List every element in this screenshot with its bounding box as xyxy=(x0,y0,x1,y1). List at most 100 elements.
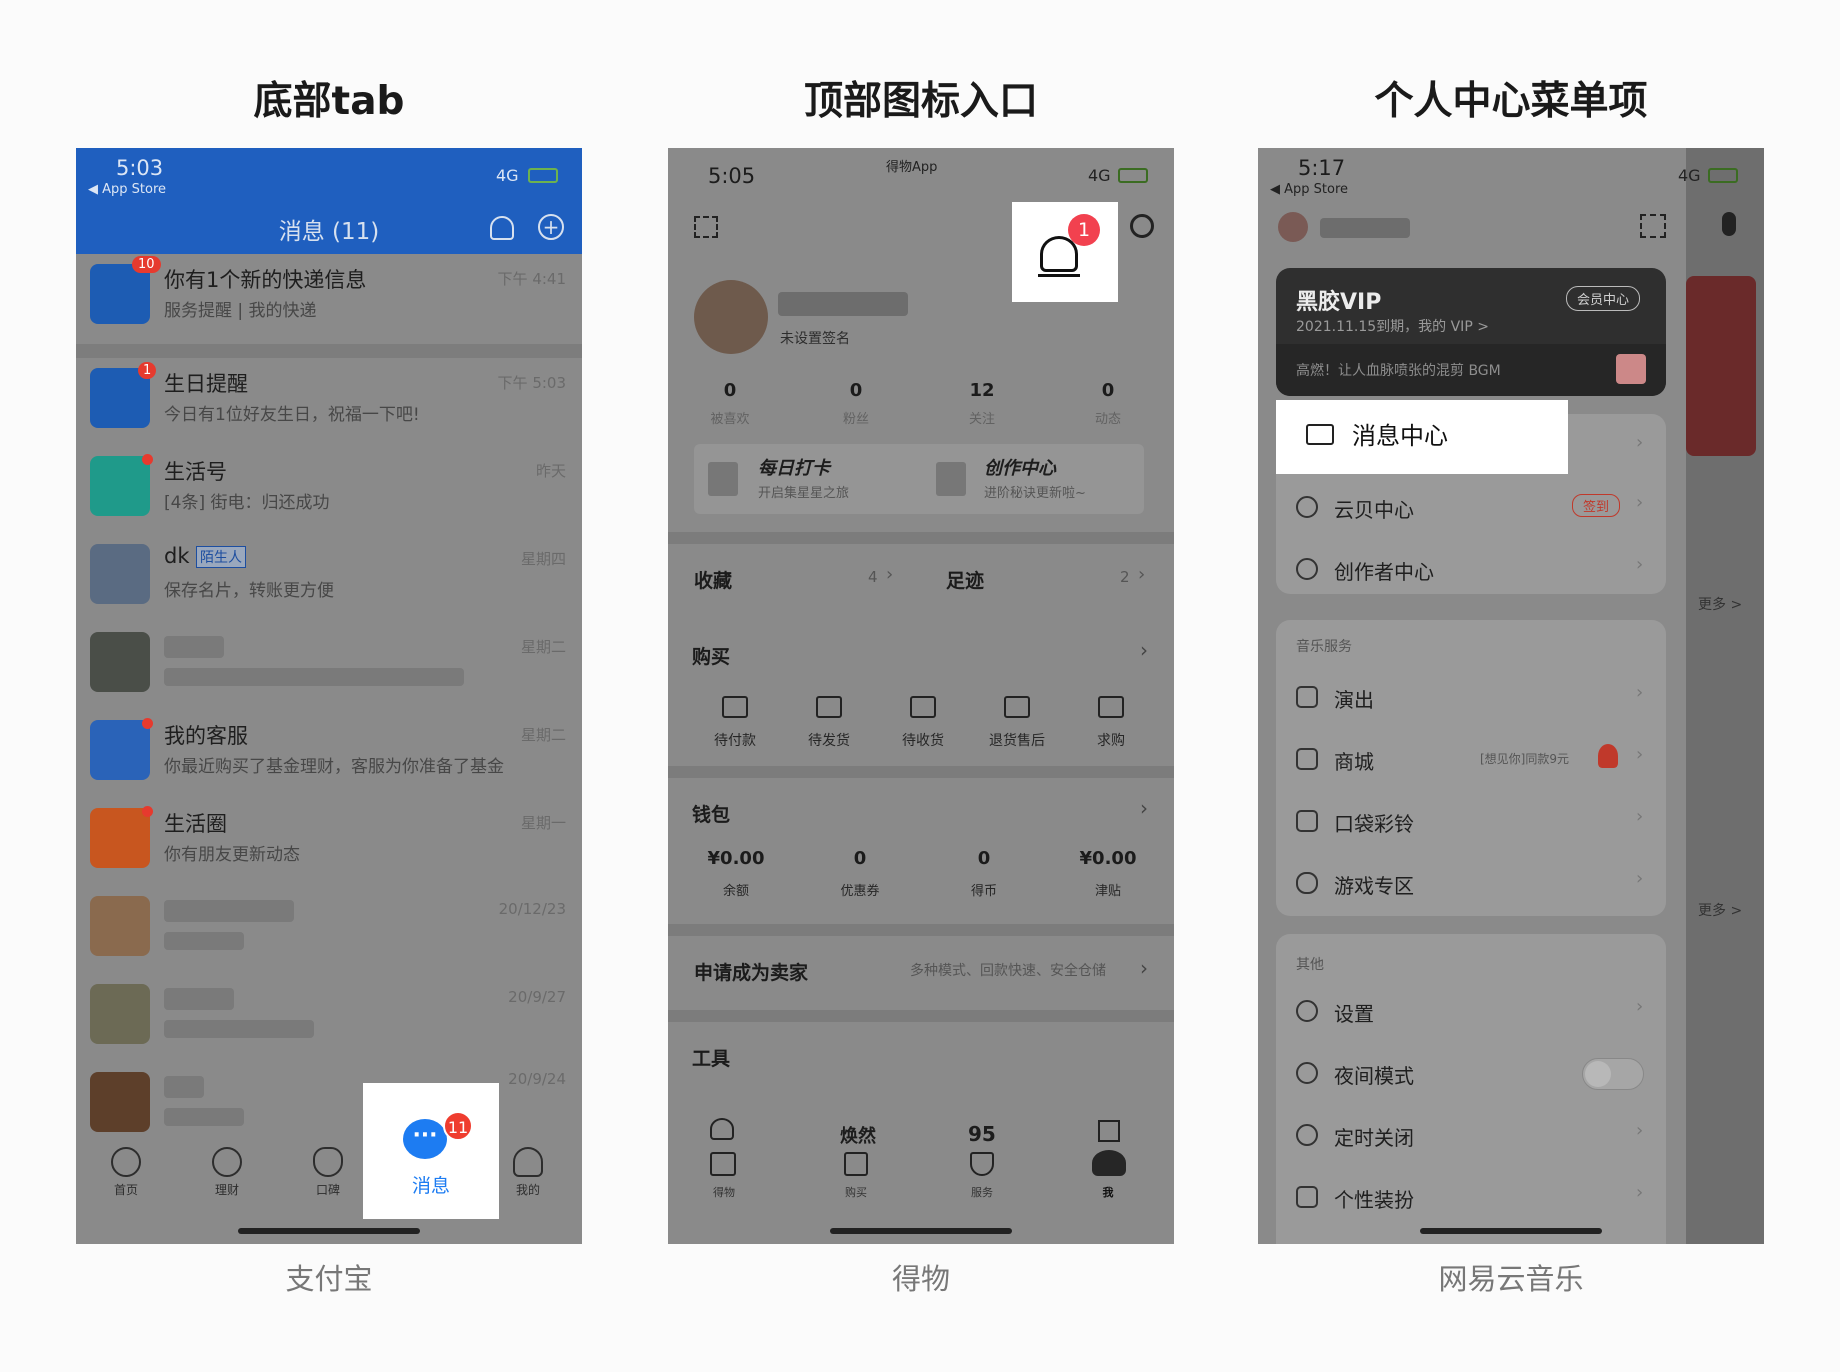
row-time: 20/12/23 xyxy=(498,900,566,918)
stat-label: 动态 xyxy=(1094,412,1121,427)
status-time: 5:05 xyxy=(708,164,756,188)
message-row[interactable]: 星期二 xyxy=(76,624,582,712)
scan-icon[interactable] xyxy=(694,216,718,238)
wallet-section-title: 钱包 xyxy=(692,804,731,826)
message-row[interactable]: dk 陌生人 保存名片，转账更方便 星期四 xyxy=(76,536,582,624)
row-time: 20/9/24 xyxy=(508,1070,566,1088)
tab-messages-highlight[interactable]: ··· 11 消息 xyxy=(363,1083,499,1219)
message-row[interactable]: 生活号 [4条] 街电：归还成功 昨天 xyxy=(76,448,582,536)
footprint-link[interactable]: 足迹 xyxy=(946,566,984,593)
row-title: 生活圈 xyxy=(164,812,227,836)
vip-center-button[interactable]: 会员中心 xyxy=(1566,286,1641,311)
chevron-right-icon[interactable]: › xyxy=(1140,796,1148,820)
menu-item-theme[interactable]: 个性装扮 xyxy=(1258,1184,1414,1213)
buy-item[interactable]: 待收货 xyxy=(883,730,963,750)
checkin-badge[interactable]: 签到 xyxy=(1572,494,1621,517)
moon-icon xyxy=(1296,1062,1318,1084)
message-row[interactable]: 20/12/23 xyxy=(76,888,582,976)
tab-label[interactable]: 服务 xyxy=(942,1184,1022,1200)
tab-label[interactable]: 得物 xyxy=(684,1184,764,1200)
bag-icon xyxy=(1098,696,1124,718)
blurred-preview xyxy=(164,1020,314,1038)
message-row[interactable]: 20/9/27 xyxy=(76,976,582,1064)
scan-icon[interactable] xyxy=(1640,214,1666,238)
status-time: 5:03 xyxy=(116,156,164,180)
message-row[interactable]: 1 生日提醒 今日有1位好友生日，祝福一下吧! 下午 5:03 xyxy=(76,360,582,448)
seller-link[interactable]: 申请成为卖家 xyxy=(694,958,808,985)
menu-item-store[interactable]: 商城 xyxy=(1258,746,1374,775)
settings-icon[interactable] xyxy=(1130,214,1154,238)
notification-bell-highlight[interactable]: 1 xyxy=(1012,202,1118,302)
wallet-value: ¥0.00 xyxy=(1079,848,1137,869)
sticker-image xyxy=(1616,354,1646,384)
shield-icon xyxy=(970,1152,994,1176)
row-subtitle: 今日有1位好友生日，祝福一下吧! xyxy=(164,405,420,425)
bag-icon xyxy=(844,1152,868,1176)
avatar[interactable] xyxy=(694,280,768,354)
buy-item[interactable]: 待付款 xyxy=(695,730,775,750)
buy-item[interactable]: 待发货 xyxy=(789,730,869,750)
checkin-title[interactable]: 每日打卡 xyxy=(758,454,830,480)
menu-item-games[interactable]: 游戏专区 xyxy=(1258,870,1414,899)
star-icon xyxy=(90,456,150,516)
microphone-icon[interactable] xyxy=(1722,212,1736,236)
menu-item-yunbei[interactable]: 云贝中心 xyxy=(1258,494,1414,523)
shirt-icon xyxy=(1296,1186,1318,1208)
wallet-label[interactable]: 余额 xyxy=(686,880,786,899)
add-icon[interactable]: + xyxy=(538,214,564,240)
column-title-menu: 个人中心菜单项 xyxy=(1374,79,1648,124)
back-to-app-store[interactable]: ◀ App Store xyxy=(1270,182,1348,197)
huanran-mark: 焕然 xyxy=(840,1126,876,1147)
message-row[interactable]: 10 你有1个新的快递信息 服务提醒 | 我的快递 下午 4:41 xyxy=(76,256,582,344)
shopping-bag-icon xyxy=(1296,748,1318,770)
vip-expiry[interactable]: 2021.11.15到期，我的 VIP > xyxy=(1296,316,1489,336)
chevron-right-icon: › xyxy=(1636,744,1644,765)
menu-item-settings[interactable]: 设置 xyxy=(1258,998,1374,1027)
tab-mine[interactable]: 我的 xyxy=(500,1147,556,1198)
chevron-right-icon: › xyxy=(1636,1120,1644,1141)
play-icon xyxy=(90,808,150,868)
tab-label[interactable]: 购买 xyxy=(816,1184,896,1200)
creator-icon xyxy=(936,462,966,496)
chevron-right-icon: › xyxy=(1138,564,1146,585)
message-center-highlight[interactable]: 消息中心 xyxy=(1276,400,1568,474)
menu-item-sleep-timer[interactable]: 定时关闭 xyxy=(1258,1122,1414,1151)
avatar[interactable] xyxy=(1278,212,1308,242)
creator-title[interactable]: 创作中心 xyxy=(984,454,1056,480)
tab-label: 我的 xyxy=(515,1183,540,1197)
checkin-icon xyxy=(708,462,738,496)
chevron-right-icon[interactable]: › xyxy=(1140,638,1148,662)
wallet-label[interactable]: 得币 xyxy=(934,880,1034,899)
bell-icon xyxy=(90,264,150,324)
divider xyxy=(668,532,1174,544)
divider xyxy=(668,766,1174,778)
back-to-app-store[interactable]: ◀ App Store xyxy=(88,182,166,197)
seller-sub: 多种模式、回款快速、安全仓储 xyxy=(910,963,1106,979)
avatar xyxy=(90,984,150,1044)
home-icon xyxy=(111,1147,141,1177)
menu-item-creator[interactable]: 创作者中心 xyxy=(1258,556,1434,585)
unread-badge: 10 xyxy=(132,256,161,273)
wallet-label[interactable]: 津贴 xyxy=(1058,880,1158,899)
tab-label[interactable]: 我 xyxy=(1068,1184,1148,1200)
message-row[interactable]: 我的客服 你最近购买了基金理财，客服为你准备了基金 星期二 xyxy=(76,712,582,800)
box-icon xyxy=(816,696,842,718)
tools-section-title: 工具 xyxy=(692,1048,731,1070)
buy-item[interactable]: 退货售后 xyxy=(977,730,1057,750)
tab-wealth[interactable]: 理财 xyxy=(199,1147,255,1198)
row-time: 下午 5:03 xyxy=(497,374,566,392)
menu-item-ringtone[interactable]: 口袋彩铃 xyxy=(1258,808,1414,837)
wallet-label[interactable]: 优惠券 xyxy=(810,880,910,899)
favorites-link[interactable]: 收藏 xyxy=(694,566,732,593)
buy-item[interactable]: 求购 xyxy=(1071,730,1151,750)
customer-service-icon xyxy=(90,720,150,780)
unread-badge: 1 xyxy=(138,362,157,379)
stat-label: 关注 xyxy=(968,412,995,427)
night-mode-toggle[interactable] xyxy=(1582,1058,1644,1090)
menu-item-show[interactable]: 演出 xyxy=(1258,684,1374,713)
contacts-icon[interactable] xyxy=(490,216,514,240)
tab-home[interactable]: 首页 xyxy=(98,1147,154,1198)
chevron-right-icon: › xyxy=(1636,996,1644,1017)
message-row[interactable]: 生活圈 你有朋友更新动态 星期一 xyxy=(76,800,582,888)
tab-koubei[interactable]: 口碑 xyxy=(300,1147,356,1198)
